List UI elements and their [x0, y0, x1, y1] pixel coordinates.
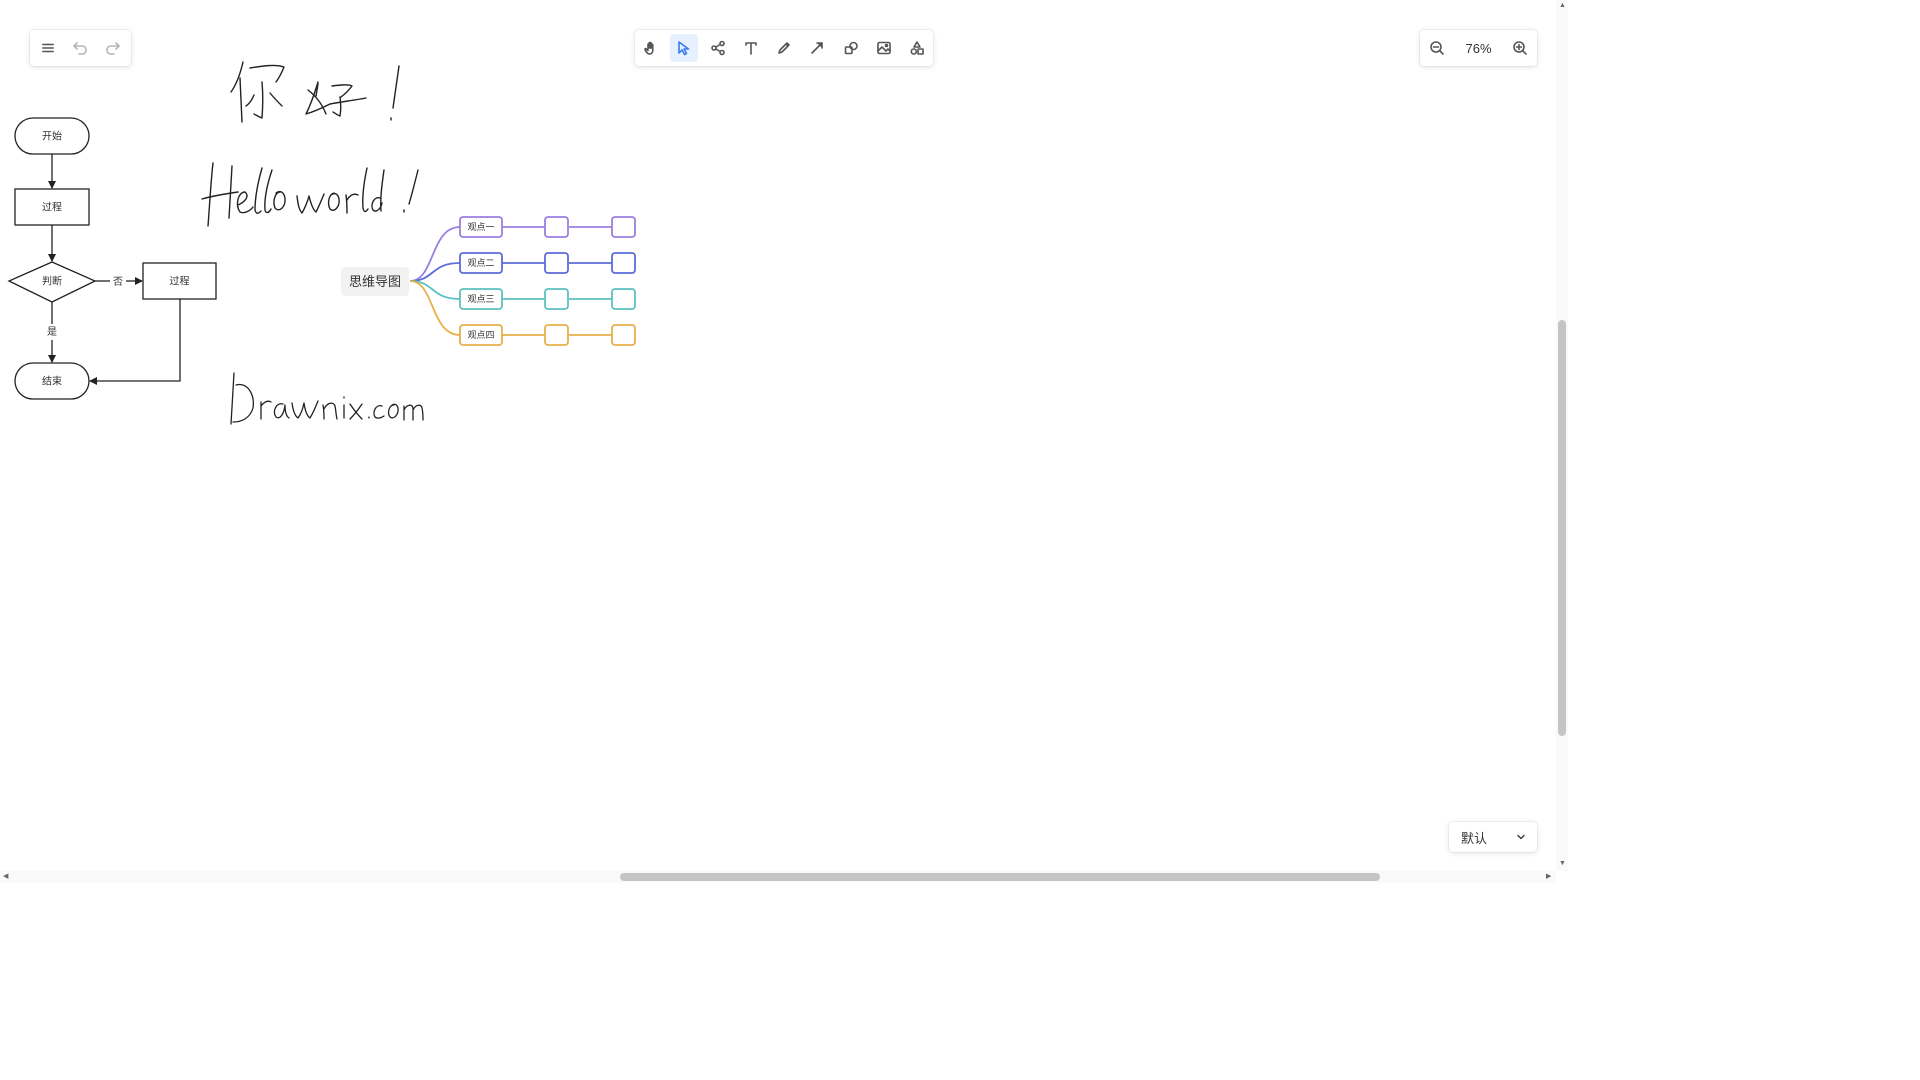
zoom-in-icon[interactable] — [1506, 34, 1534, 62]
vertical-scrollbar[interactable]: ▲ ▼ — [1556, 0, 1568, 871]
mindmap-root-label: 思维导图 — [349, 274, 401, 289]
arrow-icon[interactable] — [803, 34, 831, 62]
mindmap-topic-label: 观点三 — [467, 294, 494, 304]
scroll-left-icon[interactable]: ◀ — [3, 873, 8, 881]
flow-yes-label: 是 — [47, 326, 57, 338]
horizontal-scroll-thumb[interactable] — [620, 873, 1380, 881]
mindmap-connector — [409, 280, 461, 336]
mindmap-topic-label: 观点二 — [467, 258, 494, 268]
redo-icon[interactable] — [99, 34, 127, 62]
zoom-level[interactable]: 76% — [1465, 41, 1491, 56]
mindmap-topic-label: 观点一 — [467, 222, 494, 232]
mindmap-subtopic-node[interactable] — [611, 288, 636, 310]
extra-shapes-icon[interactable] — [903, 34, 931, 62]
mindmap-subtopic-node[interactable] — [544, 324, 569, 346]
mindmap-subtopic-node[interactable] — [544, 288, 569, 310]
flow-connector — [89, 299, 181, 385]
mindmap-subtopic-node[interactable] — [611, 324, 636, 346]
hamburger-icon[interactable] — [34, 34, 62, 62]
pointer-icon[interactable] — [670, 34, 699, 62]
handwriting-hello-world[interactable] — [201, 162, 419, 227]
mindmap-subtopic-node[interactable] — [611, 216, 636, 238]
mindmap-connector — [409, 226, 461, 282]
vertical-scroll-thumb[interactable] — [1558, 320, 1566, 736]
flow-no-label: 否 — [113, 276, 123, 288]
flow-start-label: 开始 — [42, 130, 62, 143]
theme-select-value: 默认 — [1461, 830, 1488, 846]
horizontal-scrollbar[interactable]: ◀ ▶ — [0, 871, 1556, 883]
undo-icon[interactable] — [66, 34, 94, 62]
zoom-out-icon[interactable] — [1423, 34, 1451, 62]
mindmap-subtopic-node[interactable] — [611, 252, 636, 274]
chevron-down-icon — [1515, 831, 1527, 843]
main-toolbar — [635, 30, 933, 66]
flow-decision-label: 判断 — [42, 275, 62, 288]
scroll-right-icon[interactable]: ▶ — [1546, 873, 1551, 881]
mindmap-icon[interactable] — [704, 34, 732, 62]
mindmap-topic-label: 观点四 — [467, 330, 494, 340]
flow-process-label: 过程 — [42, 201, 62, 214]
app-menu-panel — [30, 30, 131, 66]
text-icon[interactable] — [737, 34, 765, 62]
handwriting-drawnix[interactable] — [230, 372, 424, 425]
mindmap-branch: 观点三 — [409, 280, 636, 310]
mindmap: 思维导图 观点一观点二观点三观点四 — [341, 216, 636, 346]
scroll-down-icon[interactable]: ▼ — [1559, 860, 1566, 868]
flowchart: 开始 过程 判断 否 过程 是 结束 — [7, 117, 217, 400]
mindmap-branch: 观点一 — [409, 216, 636, 282]
handwriting-hello-chinese[interactable] — [230, 61, 400, 123]
flow-process-label: 过程 — [170, 275, 190, 288]
mindmap-subtopic-node[interactable] — [544, 216, 569, 238]
mindmap-branch: 观点二 — [409, 252, 636, 282]
hand-icon[interactable] — [637, 34, 665, 62]
theme-select[interactable]: 默认 — [1449, 822, 1537, 852]
shapes-icon[interactable] — [837, 34, 865, 62]
zoom-panel: 76% — [1420, 30, 1537, 66]
pencil-icon[interactable] — [770, 34, 798, 62]
scroll-up-icon[interactable]: ▲ — [1559, 2, 1566, 10]
drawing-canvas[interactable]: 开始 过程 判断 否 过程 是 结束 思维导图 观点一观点二观点三观点四 — [0, 0, 1556, 871]
image-icon[interactable] — [870, 34, 898, 62]
mindmap-branch: 观点四 — [409, 280, 636, 346]
mindmap-subtopic-node[interactable] — [544, 252, 569, 274]
flow-end-label: 结束 — [42, 375, 62, 388]
